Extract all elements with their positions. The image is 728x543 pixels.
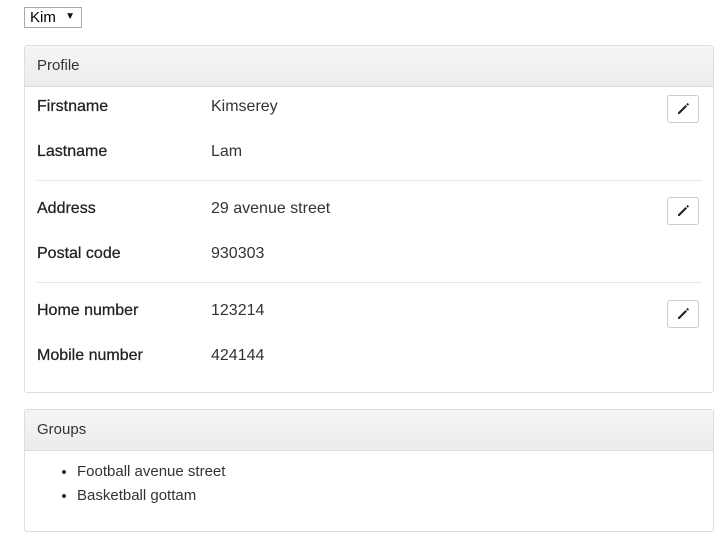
field-label: Home number [37, 302, 139, 319]
pencil-icon [678, 205, 689, 216]
chevron-down-icon: ▼ [65, 11, 75, 22]
pencil-icon [678, 103, 689, 114]
field-label: Address [37, 200, 96, 217]
field-value: 123214 [211, 302, 265, 319]
field-label: Postal code [37, 245, 121, 262]
groups-list: Football avenue street Basketball gottam [37, 460, 225, 508]
section-divider [37, 282, 702, 283]
field-value: 424144 [211, 347, 265, 364]
edit-address-button[interactable] [667, 197, 699, 225]
field-value: 29 avenue street [211, 200, 331, 217]
section-divider [37, 180, 702, 181]
profile-panel: Profile Firstname Kimserey Lastname Lam … [24, 45, 714, 393]
edit-phone-button[interactable] [667, 300, 699, 328]
edit-name-button[interactable] [667, 95, 699, 123]
field-label: Lastname [37, 143, 108, 160]
field-value: Lam [211, 143, 243, 160]
field-label: Mobile number [37, 347, 143, 364]
groups-panel-title: Groups [25, 410, 713, 451]
groups-panel: Groups Football avenue street Basketball… [24, 409, 714, 532]
list-item: Football avenue street [77, 460, 225, 484]
user-select[interactable]: Kim ▼ [24, 7, 82, 28]
user-select-value: Kim [30, 9, 56, 26]
field-value: Kimserey [211, 98, 278, 115]
field-value: 930303 [211, 245, 265, 262]
page: Kim ▼ Profile Firstname Kimserey Lastnam… [0, 0, 728, 543]
list-item: Basketball gottam [77, 484, 225, 508]
pencil-icon [678, 308, 689, 319]
field-label: Firstname [37, 98, 109, 115]
profile-panel-title: Profile [25, 46, 713, 87]
